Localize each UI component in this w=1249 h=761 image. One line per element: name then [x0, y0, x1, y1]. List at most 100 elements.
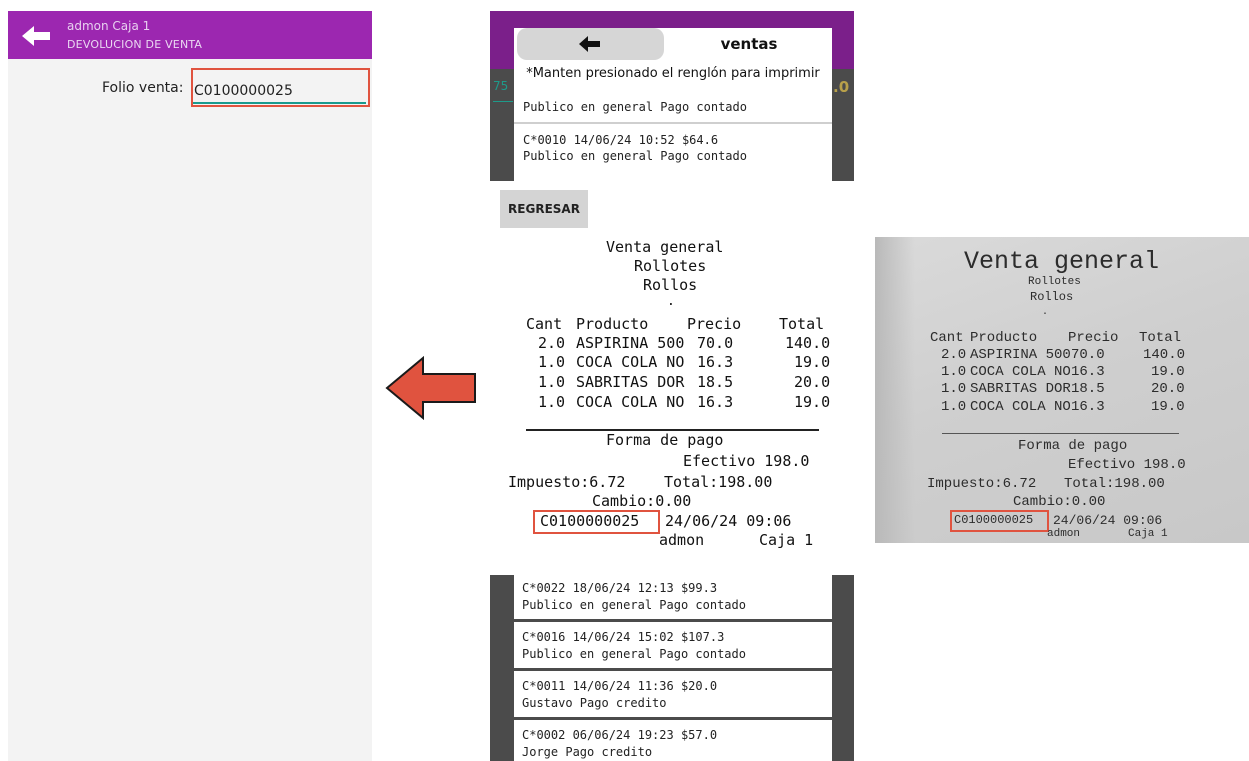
list-item-desc: Publico en general Pago contado	[522, 598, 746, 612]
photo-cell: 140.0	[1143, 347, 1186, 363]
ventas-dialog: ventas *Manten presionado el renglón par…	[514, 28, 832, 181]
list-item-title: C*0011 14/06/24 11:36 $20.0	[522, 679, 718, 693]
photo-header-producto: Producto	[970, 330, 1038, 346]
photo-subtitle: Rollos	[1030, 290, 1074, 304]
photo-header-total: Total	[1139, 330, 1182, 346]
background-peek-left: 75	[493, 79, 513, 102]
photo-datetime: 24/06/24 09:06	[1053, 513, 1163, 528]
dialog-back-button[interactable]	[517, 28, 664, 60]
receipt-cell: COCA COLA NO	[576, 353, 685, 371]
receipt-cambio: Cambio:0.00	[592, 492, 692, 510]
photo-cell: 1.0	[941, 381, 967, 397]
photo-dot: .	[1042, 307, 1049, 318]
folio-label: Folio venta:	[102, 80, 184, 96]
receipt-cell: 19.0	[794, 393, 831, 411]
photo-efectivo: Efectivo 198.0	[1068, 457, 1186, 473]
list-item-title: C*0002 06/06/24 19:23 $57.0	[522, 728, 718, 742]
regresar-button[interactable]: REGRESAR	[500, 190, 588, 228]
photo-cell: 19.0	[1151, 399, 1185, 415]
photo-cell: ASPIRINA 500	[970, 347, 1071, 363]
receipt-title: Venta general	[606, 238, 724, 256]
photo-impuesto: Impuesto:6.72	[927, 476, 1037, 492]
receipt-cell: 19.0	[794, 353, 831, 371]
receipt-cell: 20.0	[794, 373, 831, 391]
list-item[interactable]: C*0011 14/06/24 11:36 $20.0 Gustavo Pago…	[514, 671, 832, 717]
divider	[514, 122, 832, 124]
receipt-efectivo: Efectivo 198.0	[683, 452, 810, 470]
app-bar: admon Caja 1 DEVOLUCION DE VENTA	[8, 11, 372, 59]
background-peek-right: .0	[833, 78, 850, 96]
photo-user: admon	[1047, 528, 1081, 540]
photo-title: Venta general	[964, 247, 1160, 276]
devolucion-screen: admon Caja 1 DEVOLUCION DE VENTA Folio v…	[8, 11, 372, 761]
receipt-cell: 140.0	[785, 334, 831, 352]
photo-rule	[942, 433, 1179, 434]
receipt-total: Total:198.00	[664, 473, 773, 491]
list-item-title[interactable]: C*0010 14/06/24 10:52 $64.6	[523, 133, 718, 147]
photo-cell: 2.0	[941, 347, 967, 363]
photo-cell: COCA COLA NO	[970, 399, 1071, 415]
receipt-cell: 16.3	[697, 353, 734, 371]
photo-total: Total:198.00	[1064, 476, 1165, 492]
photo-header-precio: Precio	[1068, 330, 1119, 346]
list-item[interactable]: C*0022 18/06/24 12:13 $99.3 Publico en g…	[514, 575, 832, 619]
receipt-cell: COCA COLA NO	[576, 393, 685, 411]
photo-cell: 16.3	[1071, 364, 1105, 380]
back-arrow-icon	[579, 36, 600, 52]
receipt-datetime: 24/06/24 09:06	[665, 512, 792, 530]
folio-highlight-box	[533, 510, 660, 534]
folio-input[interactable]	[192, 80, 366, 104]
photo-caja: Caja 1	[1128, 528, 1168, 540]
screen-title: DEVOLUCION DE VENTA	[67, 38, 203, 51]
receipt-header-total: Total	[779, 315, 825, 333]
receipt-cell: 1.0	[538, 393, 566, 411]
receipt-subtitle: Rollotes	[634, 257, 707, 275]
receipt-user: admon	[659, 531, 705, 549]
photo-cell: 70.0	[1071, 347, 1105, 363]
list-item-desc: Publico en general Pago contado	[522, 647, 746, 661]
printed-receipt-photo: Venta general Rollotes Rollos . Cant Pro…	[875, 237, 1249, 543]
photo-cell: 16.3	[1071, 399, 1105, 415]
folio-highlight-box	[950, 510, 1049, 532]
photo-forma-pago: Forma de pago	[1018, 438, 1128, 454]
list-item-desc[interactable]: Publico en general Pago contado	[523, 149, 747, 163]
receipt-cell: 70.0	[697, 334, 734, 352]
receipt-caja: Caja 1	[759, 531, 814, 549]
receipt-cell: ASPIRINA 500	[576, 334, 685, 352]
photo-cell: 1.0	[941, 399, 967, 415]
photo-cell: 1.0	[941, 364, 967, 380]
receipt-forma-pago: Forma de pago	[606, 431, 724, 449]
list-item-desc: Jorge Pago credito	[522, 745, 653, 759]
receipt-cell: 16.3	[697, 393, 734, 411]
back-arrow-icon[interactable]	[22, 24, 52, 48]
receipt-dot: .	[667, 294, 675, 309]
receipt-cell: 1.0	[538, 353, 566, 371]
photo-cell: COCA COLA NO	[970, 364, 1071, 380]
list-item[interactable]: C*0016 14/06/24 15:02 $107.3 Publico en …	[514, 622, 832, 668]
photo-cell: 20.0	[1151, 381, 1185, 397]
app-title: admon Caja 1	[67, 19, 151, 33]
receipt-cell: 2.0	[538, 334, 566, 352]
receipt-impuesto: Impuesto:6.72	[508, 473, 626, 491]
photo-cell: SABRITAS DOR	[970, 381, 1071, 397]
left-arrow-icon	[385, 356, 476, 420]
receipt-cell: 1.0	[538, 373, 566, 391]
list-item-desc: Gustavo Pago credito	[522, 696, 667, 710]
receipt-header-precio: Precio	[687, 315, 742, 333]
photo-cell: 19.0	[1151, 364, 1185, 380]
receipt-cell: 18.5	[697, 373, 734, 391]
receipt-header-cant: Cant	[526, 315, 563, 333]
photo-header-cant: Cant	[930, 330, 964, 346]
list-item[interactable]: C*0002 06/06/24 19:23 $57.0 Jorge Pago c…	[514, 720, 832, 761]
receipt-cell: SABRITAS DOR	[576, 373, 685, 391]
receipt-subtitle: Rollos	[643, 276, 698, 294]
receipt-header-producto: Producto	[576, 315, 649, 333]
list-item-desc[interactable]: Publico en general Pago contado	[523, 100, 747, 114]
dialog-title: ventas	[720, 35, 778, 53]
list-item-title: C*0016 14/06/24 15:02 $107.3	[522, 630, 725, 644]
photo-subtitle: Rollotes	[1028, 276, 1081, 288]
photo-cambio: Cambio:0.00	[1013, 494, 1106, 510]
dialog-note: *Manten presionado el renglón para impri…	[526, 66, 820, 81]
list-item-title: C*0022 18/06/24 12:13 $99.3	[522, 581, 718, 595]
photo-cell: 18.5	[1071, 381, 1105, 397]
